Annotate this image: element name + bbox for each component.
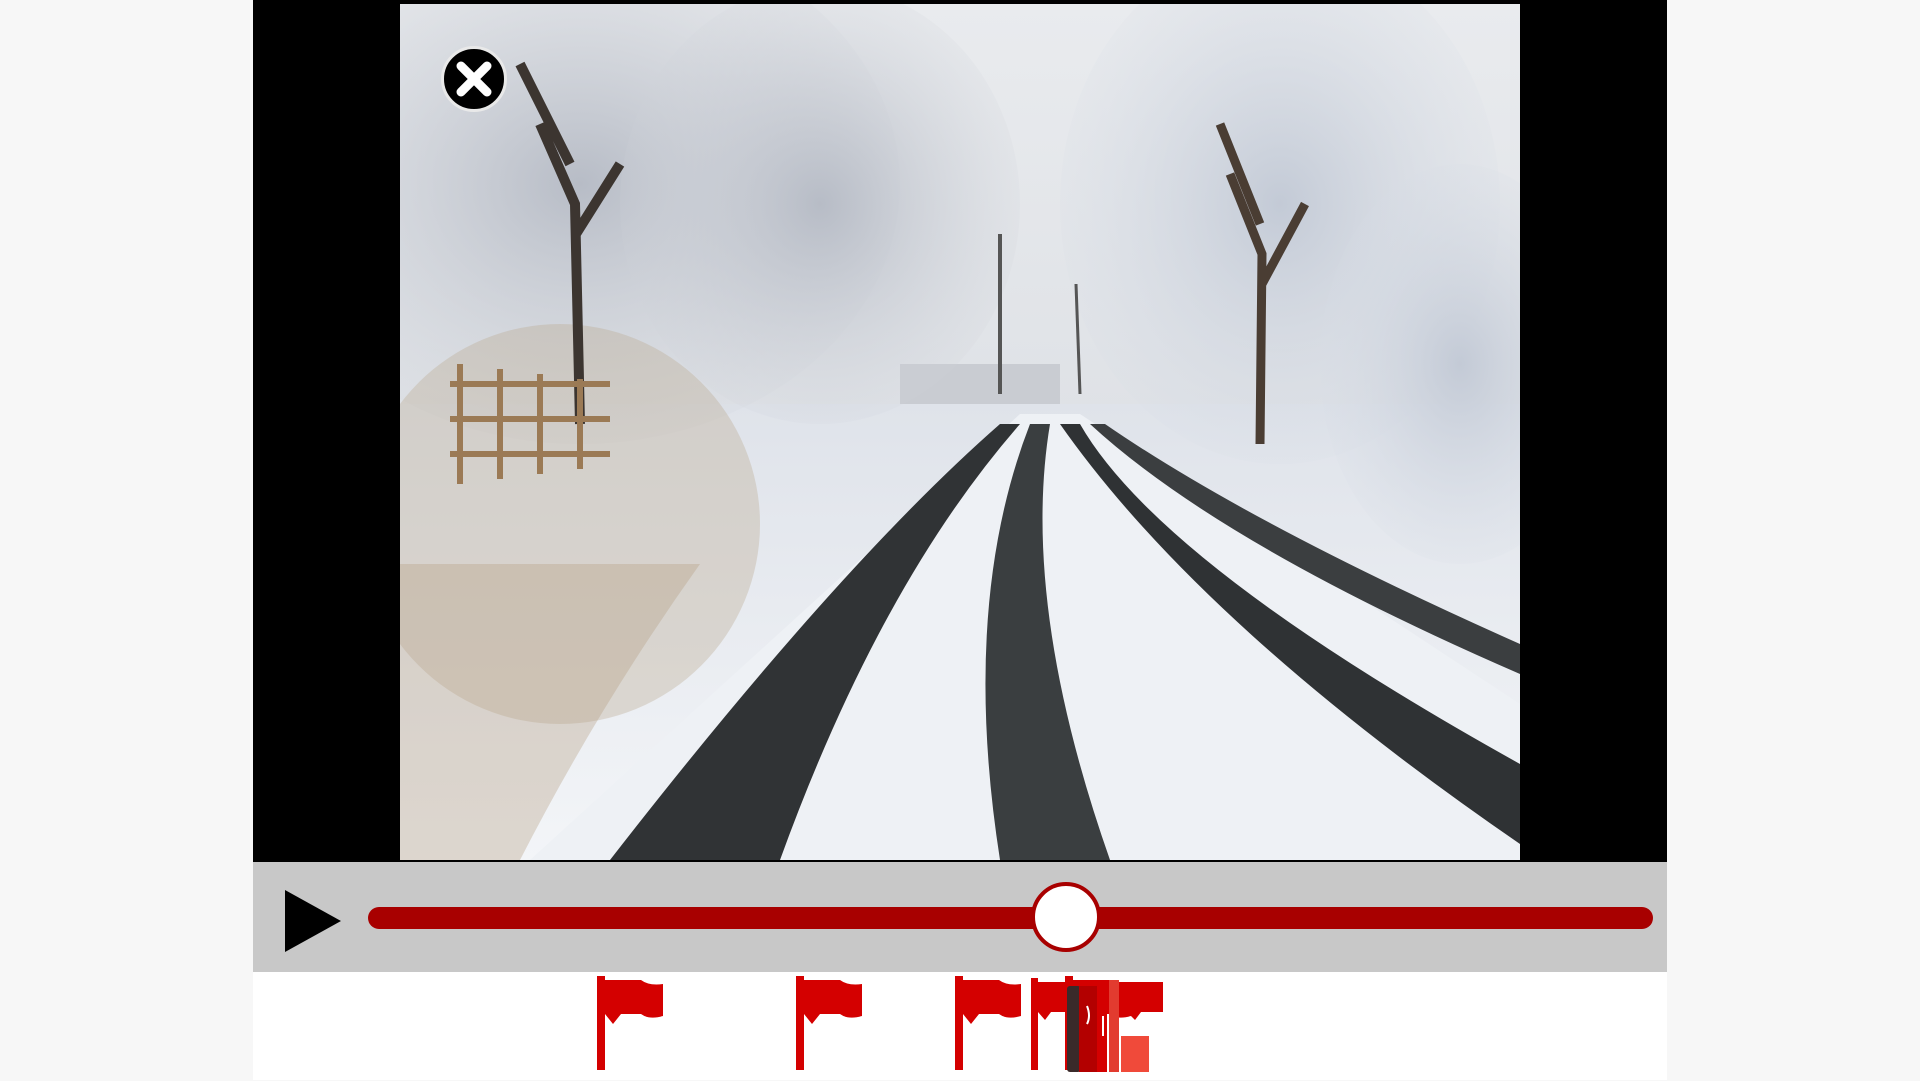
timeline-marker-flag[interactable] [597,976,669,1072]
video-frame[interactable] [400,4,1520,860]
timeline-marker-flag[interactable] [796,976,868,1072]
seek-bar[interactable] [368,882,1653,952]
marker-strip [253,972,1667,1080]
flag-icon [597,976,663,1070]
seek-handle[interactable] [1030,882,1101,952]
flag-icon [796,976,862,1070]
video-player [253,0,1667,1080]
marker-cluster[interactable] [1031,976,1163,1076]
play-button[interactable] [283,888,343,954]
close-button[interactable] [441,46,507,112]
video-area [253,0,1667,862]
video-scene-image [400,4,1520,860]
control-bar [253,862,1667,972]
flag-icon [955,976,1021,1070]
play-icon [285,890,341,952]
close-icon [456,61,492,97]
stacked-markers-icon [1031,978,1163,1072]
timeline-marker-flag[interactable] [955,976,1027,1072]
